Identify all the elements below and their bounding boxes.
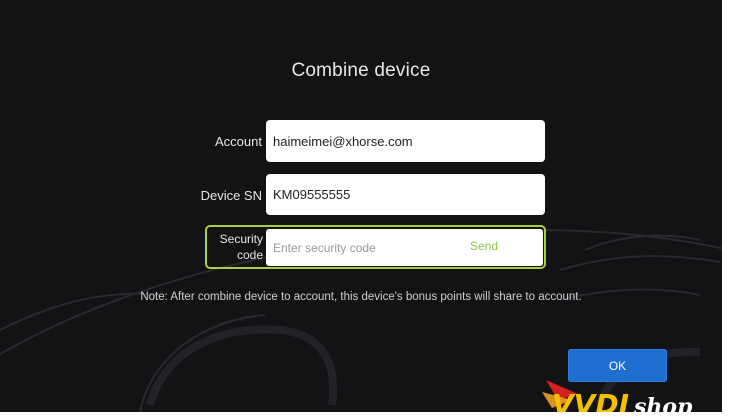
screen: Combine device Account haimeimei@xhorse.… — [0, 0, 722, 412]
account-label: Account — [215, 134, 262, 149]
security-code-label: Security code — [219, 232, 263, 262]
svg-text:shop: shop — [633, 394, 693, 412]
account-value: haimeimei@xhorse.com — [273, 133, 413, 149]
security-code-input[interactable] — [266, 229, 543, 266]
account-field[interactable]: haimeimei@xhorse.com — [266, 120, 545, 162]
send-button[interactable]: Send — [470, 239, 498, 253]
device-sn-value: KM09555555 — [273, 187, 351, 202]
svg-text:VVDI: VVDI — [552, 388, 629, 412]
device-sn-label: Device SN — [200, 188, 262, 203]
dialog-title: Combine device — [291, 60, 431, 81]
note-text: Note: After combine device to account, t… — [140, 291, 582, 303]
device-sn-field[interactable]: KM09555555 — [266, 174, 545, 215]
vvdishop-watermark-logo: VVDI shop — [542, 380, 693, 412]
